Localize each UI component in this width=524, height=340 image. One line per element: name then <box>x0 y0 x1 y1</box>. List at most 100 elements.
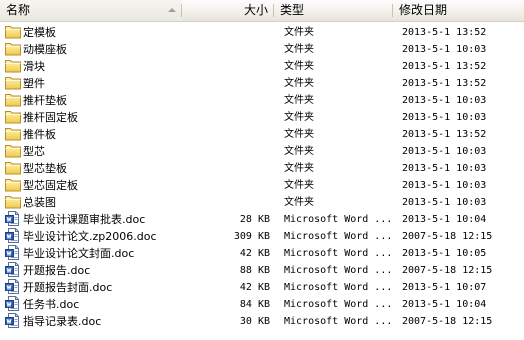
folder-icon <box>5 160 21 175</box>
file-type: 文件夹 <box>284 27 314 38</box>
file-size: 28 KB <box>239 214 270 225</box>
file-size: 88 KB <box>239 265 270 276</box>
file-row[interactable]: 毕业设计论文封面.doc 42 KB Microsoft Word ... 2013-… <box>0 245 524 262</box>
file-list: 定模板 文件夹 2013-5-1 13:52 动模座板 文件夹 2013-5-1 10:0… <box>0 24 524 330</box>
column-header-type-label: 类型 <box>280 3 305 17</box>
file-name[interactable]: 推杆固定板 <box>23 109 78 126</box>
folder-icon <box>5 177 21 192</box>
file-type: Microsoft Word ... <box>284 248 393 259</box>
column-header-bar: 名称 大小 类型 修改日期 <box>0 0 524 22</box>
file-name[interactable]: 推杆垫板 <box>23 92 67 109</box>
folder-icon <box>5 126 21 141</box>
folder-row[interactable]: 推杆固定板 文件夹 2013-5-1 10:03 <box>0 109 524 126</box>
file-name[interactable]: 毕业设计论文.zp2006.doc <box>23 228 157 245</box>
folder-row[interactable]: 动模座板 文件夹 2013-5-1 10:03 <box>0 41 524 58</box>
file-type: Microsoft Word ... <box>284 265 393 276</box>
file-modified-date: 2007-5-18 12:15 <box>402 265 493 276</box>
file-name[interactable]: 型芯垫板 <box>23 160 67 177</box>
file-type: 文件夹 <box>284 95 314 106</box>
file-modified-date: 2013-5-1 13:52 <box>402 27 487 38</box>
file-row[interactable]: 开题报告.doc 88 KB Microsoft Word ... 2007-5-18… <box>0 262 524 279</box>
column-header-size[interactable]: 大小 <box>182 0 274 21</box>
folder-row[interactable]: 型芯 文件夹 2013-5-1 10:03 <box>0 143 524 160</box>
word-doc-icon <box>5 279 21 294</box>
column-header-modified-label: 修改日期 <box>399 3 448 17</box>
file-name[interactable]: 塑件 <box>23 75 45 92</box>
file-size: 42 KB <box>239 248 270 259</box>
file-type: Microsoft Word ... <box>284 299 393 310</box>
file-name[interactable]: 任务书.doc <box>23 296 79 313</box>
folder-icon <box>5 92 21 107</box>
word-doc-icon <box>5 211 21 226</box>
column-header-size-label: 大小 <box>243 3 268 17</box>
file-type: Microsoft Word ... <box>284 316 393 327</box>
file-row[interactable]: 指导记录表.doc 30 KB Microsoft Word ... 2007-5-1… <box>0 313 524 330</box>
folder-row[interactable]: 型芯固定板 文件夹 2013-5-1 10:03 <box>0 177 524 194</box>
word-doc-icon <box>5 296 21 311</box>
file-name[interactable]: 指导记录表.doc <box>23 313 101 330</box>
folder-row[interactable]: 型芯垫板 文件夹 2013-5-1 10:03 <box>0 160 524 177</box>
file-modified-date: 2013-5-1 10:03 <box>402 146 487 157</box>
file-type: 文件夹 <box>284 129 314 140</box>
file-name[interactable]: 开题报告.doc <box>23 262 90 279</box>
column-header-name-label: 名称 <box>6 3 31 17</box>
file-type: 文件夹 <box>284 163 314 174</box>
file-type: 文件夹 <box>284 61 314 72</box>
file-name[interactable]: 定模板 <box>23 24 56 41</box>
file-row[interactable]: 任务书.doc 84 KB Microsoft Word ... 2013-5-1 1… <box>0 296 524 313</box>
file-modified-date: 2013-5-1 10:04 <box>402 214 487 225</box>
file-size: 309 KB <box>233 231 270 242</box>
folder-row[interactable]: 塑件 文件夹 2013-5-1 13:52 <box>0 75 524 92</box>
folder-row[interactable]: 总装图 文件夹 2013-5-1 10:03 <box>0 194 524 211</box>
file-name[interactable]: 型芯固定板 <box>23 177 78 194</box>
file-row[interactable]: 开题报告封面.doc 42 KB Microsoft Word ... 2013-5-… <box>0 279 524 296</box>
file-row[interactable]: 毕业设计课题审批表.doc 28 KB Microsoft Word ... 2013… <box>0 211 524 228</box>
file-type: Microsoft Word ... <box>284 231 393 242</box>
folder-row[interactable]: 定模板 文件夹 2013-5-1 13:52 <box>0 24 524 41</box>
file-name[interactable]: 滑块 <box>23 58 45 75</box>
sort-ascending-icon <box>168 8 176 12</box>
column-header-modified[interactable]: 修改日期 <box>393 0 524 21</box>
file-name[interactable]: 毕业设计论文封面.doc <box>23 245 134 262</box>
file-modified-date: 2013-5-1 13:52 <box>402 61 487 72</box>
file-name[interactable]: 总装图 <box>23 194 56 211</box>
column-header-name[interactable]: 名称 <box>0 0 182 21</box>
folder-icon <box>5 24 21 39</box>
file-type: 文件夹 <box>284 112 314 123</box>
file-name[interactable]: 开题报告封面.doc <box>23 279 112 296</box>
file-type: 文件夹 <box>284 146 314 157</box>
file-type: Microsoft Word ... <box>284 282 393 293</box>
file-modified-date: 2013-5-1 10:07 <box>402 282 487 293</box>
file-row[interactable]: 毕业设计论文.zp2006.doc 309 KB Microsoft Word ..… <box>0 228 524 245</box>
file-type: 文件夹 <box>284 44 314 55</box>
folder-row[interactable]: 滑块 文件夹 2013-5-1 13:52 <box>0 58 524 75</box>
file-type: 文件夹 <box>284 180 314 191</box>
file-modified-date: 2013-5-1 10:03 <box>402 95 487 106</box>
file-modified-date: 2013-5-1 10:03 <box>402 197 487 208</box>
file-modified-date: 2013-5-1 10:05 <box>402 248 487 259</box>
file-modified-date: 2007-5-18 12:15 <box>402 316 493 327</box>
file-modified-date: 2013-5-1 10:04 <box>402 299 487 310</box>
folder-icon <box>5 75 21 90</box>
folder-row[interactable]: 推杆垫板 文件夹 2013-5-1 10:03 <box>0 92 524 109</box>
folder-row[interactable]: 推件板 文件夹 2013-5-1 13:52 <box>0 126 524 143</box>
word-doc-icon <box>5 313 21 328</box>
folder-icon <box>5 143 21 158</box>
file-modified-date: 2013-5-1 10:03 <box>402 112 487 123</box>
file-name[interactable]: 动模座板 <box>23 41 67 58</box>
file-type: 文件夹 <box>284 78 314 89</box>
file-modified-date: 2013-5-1 10:03 <box>402 180 487 191</box>
file-size: 84 KB <box>239 299 270 310</box>
file-name[interactable]: 型芯 <box>23 143 45 160</box>
file-type: 文件夹 <box>284 197 314 208</box>
file-name[interactable]: 推件板 <box>23 126 56 143</box>
file-modified-date: 2013-5-1 13:52 <box>402 78 487 89</box>
word-doc-icon <box>5 245 21 260</box>
file-size: 42 KB <box>239 282 270 293</box>
folder-icon <box>5 109 21 124</box>
column-header-type[interactable]: 类型 <box>274 0 393 21</box>
word-doc-icon <box>5 228 21 243</box>
file-modified-date: 2013-5-1 10:03 <box>402 44 487 55</box>
file-name[interactable]: 毕业设计课题审批表.doc <box>23 211 145 228</box>
file-modified-date: 2013-5-1 10:03 <box>402 163 487 174</box>
